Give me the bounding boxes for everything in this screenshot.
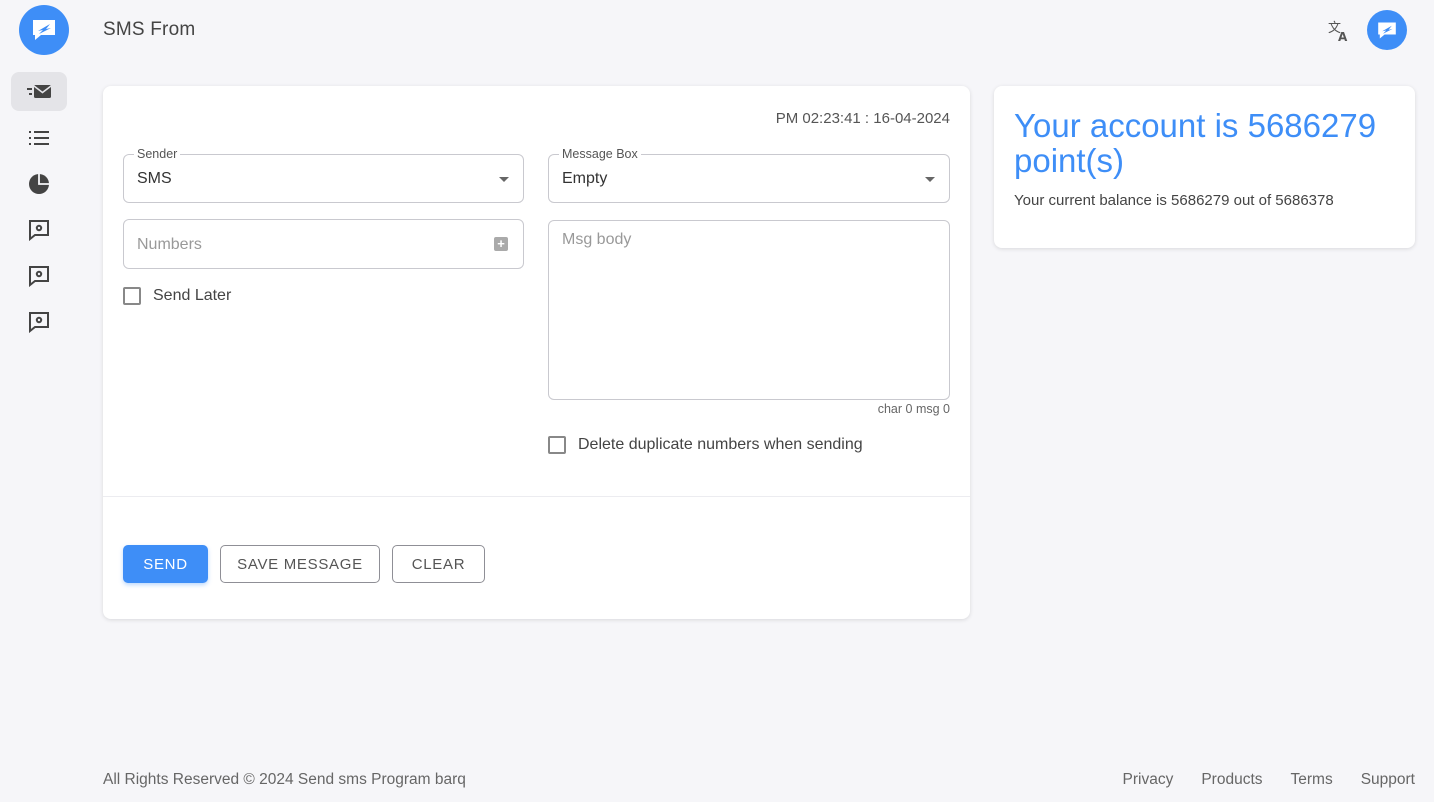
message-box-select[interactable]: Message Box Empty: [548, 147, 950, 203]
sidebar-item-settings-1[interactable]: [11, 210, 67, 249]
account-card: Your account is 5686279 point(s) Your cu…: [994, 86, 1415, 248]
footer-links: Privacy Products Terms Support: [1123, 771, 1416, 789]
message-box-label: Message Box: [559, 147, 641, 161]
chat-bubble-logo-icon: [1378, 22, 1396, 38]
chevron-down-icon: [925, 177, 935, 182]
footer-link-terms[interactable]: Terms: [1291, 771, 1333, 789]
numbers-placeholder: Numbers: [137, 236, 202, 253]
translate-icon[interactable]: 文 A: [1326, 18, 1352, 44]
sidebar-item-reports[interactable]: [11, 164, 67, 203]
char-counter: char 0 msg 0: [877, 402, 950, 416]
delete-duplicates-checkbox[interactable]: [548, 436, 566, 454]
list-icon: [29, 130, 49, 145]
footer-copyright: All Rights Reserved © 2024 Send sms Prog…: [103, 771, 466, 788]
clear-button[interactable]: CLEAR: [392, 545, 485, 583]
sidebar: [11, 72, 67, 348]
numbers-input[interactable]: Numbers +: [123, 219, 524, 269]
send-later-label: Send Later: [153, 287, 232, 304]
sender-select[interactable]: Sender SMS: [123, 147, 524, 203]
message-settings-icon: [29, 311, 49, 333]
footer-link-privacy[interactable]: Privacy: [1123, 771, 1174, 789]
pie-chart-icon: [29, 173, 49, 194]
sidebar-item-list[interactable]: [11, 118, 67, 157]
msg-body-textarea[interactable]: Msg body: [548, 220, 950, 400]
chevron-down-icon: [499, 177, 509, 182]
app-logo[interactable]: [19, 5, 69, 55]
message-settings-icon: [29, 265, 49, 287]
msg-body-placeholder: Msg body: [562, 231, 632, 248]
sender-value: SMS: [137, 170, 172, 187]
user-avatar[interactable]: [1367, 10, 1407, 50]
footer-link-products[interactable]: Products: [1201, 771, 1262, 789]
send-button[interactable]: SEND: [123, 545, 208, 583]
sidebar-item-settings-2[interactable]: [11, 256, 67, 295]
timestamp: PM 02:23:41 : 16-04-2024: [775, 110, 950, 127]
chat-bubble-logo-icon: [33, 20, 55, 40]
delete-duplicates-row[interactable]: Delete duplicate numbers when sending: [548, 436, 863, 454]
add-number-icon[interactable]: +: [494, 237, 508, 251]
sidebar-item-send-sms[interactable]: [11, 72, 67, 111]
sms-form-card: PM 02:23:41 : 16-04-2024 Sender SMS Mess…: [103, 86, 970, 619]
send-later-row[interactable]: Send Later: [123, 287, 231, 305]
account-points-title: Your account is 5686279 point(s): [1014, 107, 1377, 179]
balance-text: Your current balance is 5686279 out of 5…: [1014, 192, 1334, 209]
sender-label: Sender: [134, 147, 181, 161]
save-message-button[interactable]: SAVE MESSAGE: [220, 545, 380, 583]
page-title: SMS From: [103, 19, 196, 40]
svg-text:A: A: [1338, 30, 1348, 43]
footer-link-support[interactable]: Support: [1361, 771, 1415, 789]
divider: [103, 496, 970, 497]
send-later-checkbox[interactable]: [123, 287, 141, 305]
sidebar-item-settings-3[interactable]: [11, 302, 67, 341]
fast-mail-icon: [27, 84, 52, 98]
delete-duplicates-label: Delete duplicate numbers when sending: [578, 436, 863, 453]
message-settings-icon: [29, 219, 49, 241]
message-box-value: Empty: [562, 170, 608, 187]
